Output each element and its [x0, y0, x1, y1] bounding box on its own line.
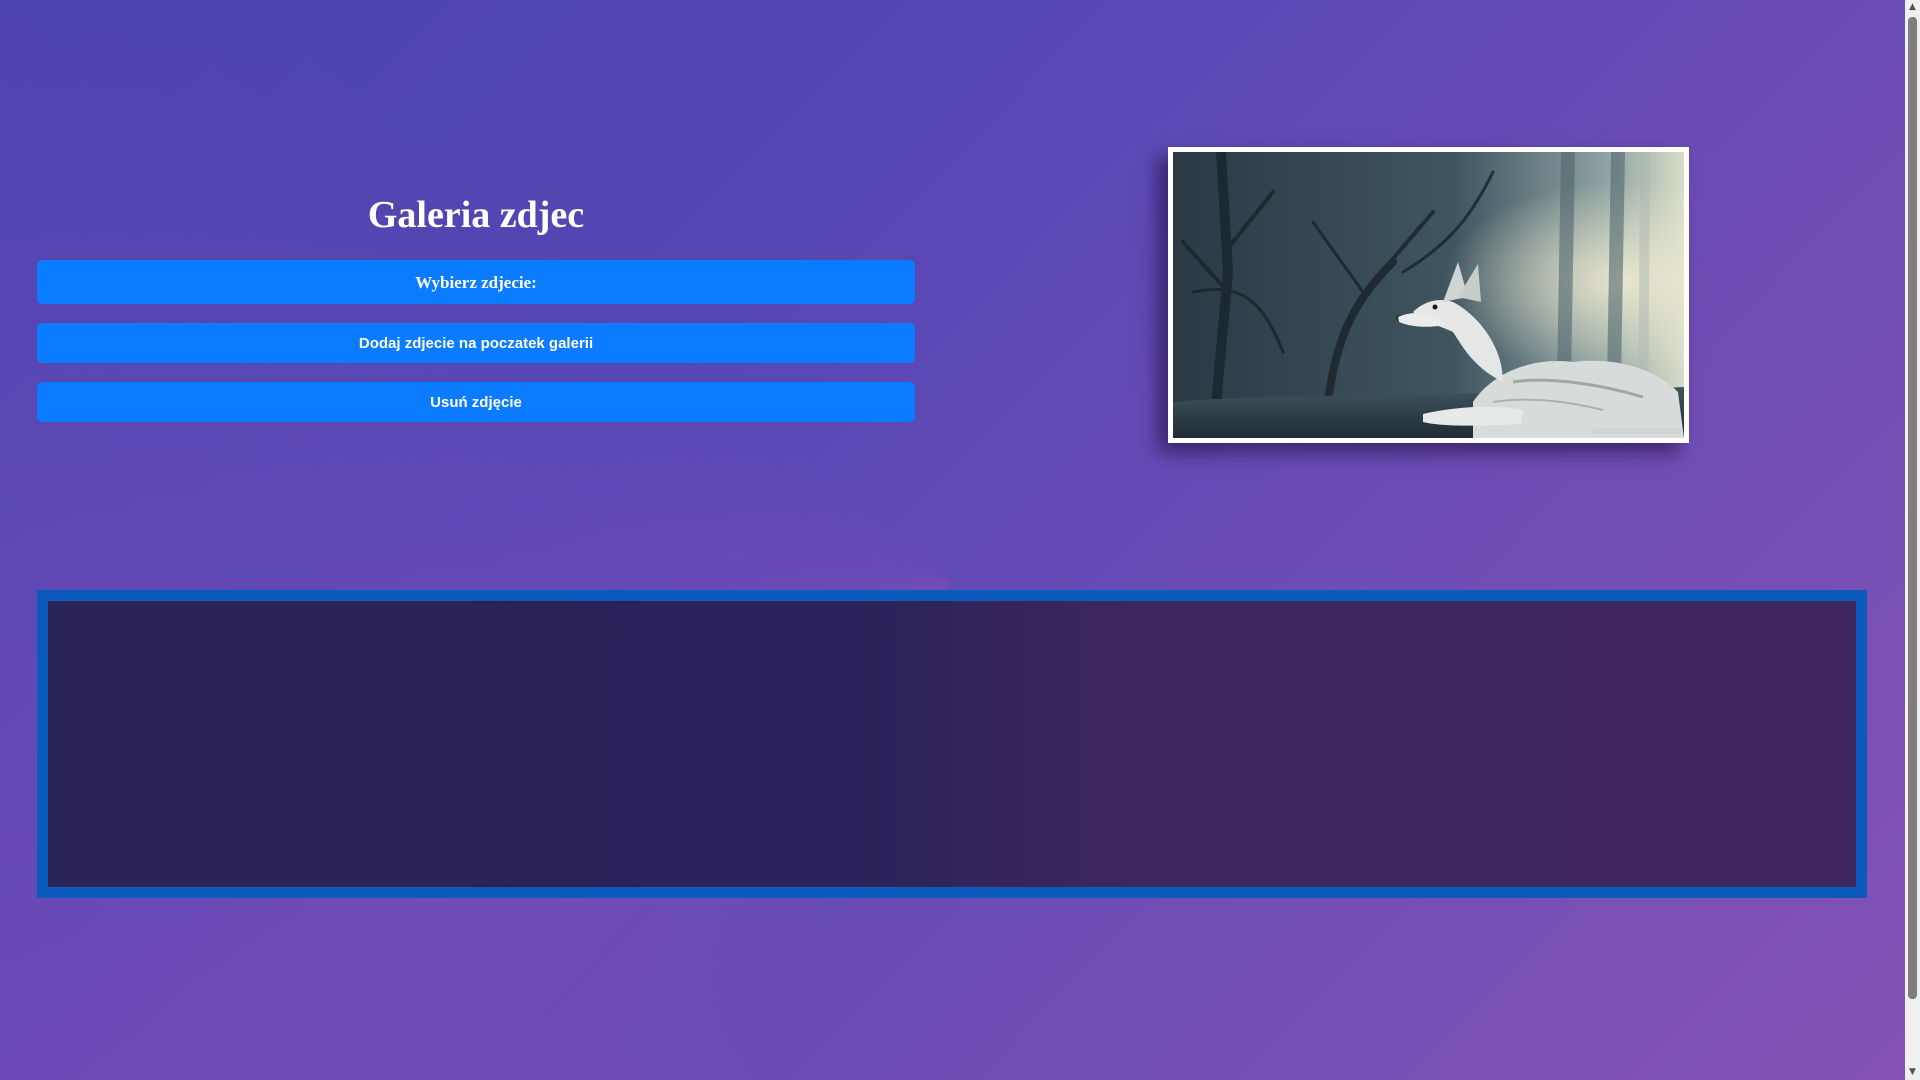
photo-preview[interactable] — [1168, 147, 1689, 443]
choose-photo-button[interactable]: Wybierz zdjecie: — [37, 260, 915, 304]
chevron-up-icon[interactable]: ▲ — [1905, 0, 1920, 15]
chevron-down-icon[interactable]: ▼ — [1905, 1065, 1920, 1080]
page-title: Galeria zdjec — [367, 194, 585, 236]
remove-photo-button[interactable]: Usuń zdjęcie — [37, 382, 915, 422]
scrollbar-thumb[interactable] — [1908, 17, 1917, 999]
gallery-thumbnail-strip[interactable] — [37, 590, 1867, 898]
wolf-photo — [1173, 152, 1684, 438]
vertical-scrollbar[interactable]: ▲ ▼ — [1905, 0, 1920, 1080]
gallery-controls: Galeria zdjec Wybierz zdjecie: Dodaj zdj… — [37, 190, 915, 422]
add-photo-button[interactable]: Dodaj zdjecie na poczatek galerii — [37, 323, 915, 363]
